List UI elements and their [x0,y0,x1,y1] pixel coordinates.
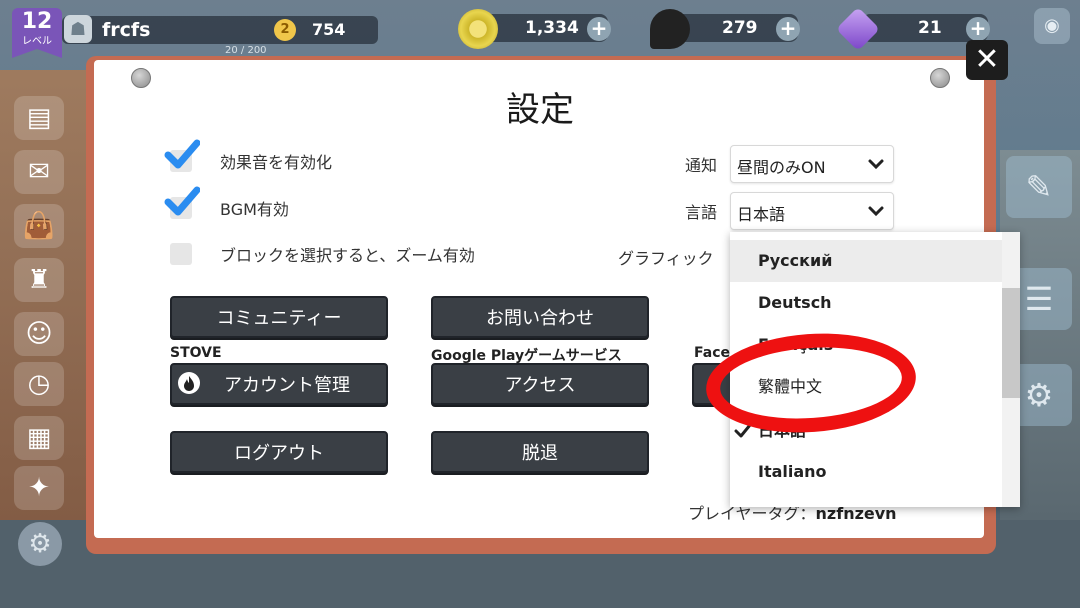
account-management-label: アカウント管理 [224,375,350,396]
checkmark-icon [164,139,200,169]
level-number: 12 [21,9,53,34]
shop-bag-icon[interactable]: 👜 [14,204,64,248]
language-option-russian[interactable]: Русский [730,240,1002,282]
language-option-german[interactable]: Deutsch [730,282,1002,324]
bgm-checkbox[interactable] [164,186,200,219]
level-badge: 12 レベル [12,8,62,58]
language-label: 言語 [685,203,718,222]
sound-effects-checkbox[interactable] [164,139,200,172]
oil-value: 279 [722,18,758,38]
settings-gear-icon[interactable]: ⚙ [18,522,62,566]
chevron-down-icon [868,206,884,217]
gem-value: 21 [918,18,942,38]
zoom-label: ブロックを選択すると、ズーム有効 [220,246,475,265]
notification-select[interactable]: 昼間のみON [730,145,894,183]
oil-drop-icon [650,9,690,49]
bgm-toggle[interactable]: BGM有効 [164,186,289,219]
graphics-label: グラフィック [618,249,714,268]
clock-icon[interactable]: ◷ [14,362,64,406]
logout-button[interactable]: ログアウト [170,431,388,473]
bgm-label: BGM有効 [220,200,289,219]
box-icon[interactable]: ▦ [14,416,64,460]
blueprint-icon[interactable]: ✎ [1006,156,1072,218]
player-name: frcfs [102,19,151,41]
xp-progress: 20 / 200 [225,45,267,56]
contact-button[interactable]: お問い合わせ [431,296,649,338]
event-icon[interactable]: ✦ [14,466,64,510]
checkmark-icon [164,186,200,216]
language-option-italian[interactable]: Italiano [730,451,1002,493]
zoom-toggle[interactable]: ブロックを選択すると、ズーム有効 [170,243,475,265]
page-title: 設定 [506,90,574,130]
coin-icon [458,9,498,49]
google-access-button[interactable]: アクセス [431,363,649,405]
account-management-button[interactable]: アカウント管理 [170,363,388,405]
notification-label: 通知 [685,156,718,175]
dropdown-scrollbar[interactable] [1002,232,1020,507]
zoom-checkbox[interactable] [170,243,192,265]
add-oil-button[interactable]: + [776,17,800,41]
stove-label: STOVE [170,345,222,361]
coin-value: 1,334 [525,18,579,38]
add-coins-button[interactable]: + [587,17,611,41]
withdraw-button[interactable]: 脱退 [431,431,649,473]
sound-effects-label: 効果音を有効化 [220,153,333,172]
stove-flame-icon [178,372,200,394]
sound-effects-toggle[interactable]: 効果音を有効化 [164,139,332,172]
add-gems-button[interactable]: + [966,17,990,41]
xp-value: 754 [312,20,346,39]
xp-icon: 2 [274,19,296,41]
google-play-label: Google Playゲームサービス [431,348,622,364]
language-select[interactable]: 日本語 [730,192,894,230]
top-hud: 12 レベル ☗ frcfs 2 754 20 / 200 1,334 + 27… [0,0,1080,58]
close-button[interactable]: ✕ [966,40,1008,80]
notification-value: 昼間のみON [737,158,826,177]
dropdown-scrollbar-thumb[interactable] [1002,288,1020,398]
guild-icon[interactable]: ♜ [14,258,64,302]
avatar[interactable]: ☗ [64,15,92,43]
mail-icon[interactable]: ✉ [14,150,64,194]
language-value: 日本語 [737,205,786,224]
level-label: レベル [22,36,52,47]
community-button[interactable]: コミュニティー [170,296,388,338]
chevron-down-icon [868,159,884,170]
close-icon: ✕ [974,42,1000,77]
screenshot-icon[interactable]: ◉ [1034,8,1070,44]
profile-icon[interactable]: ☺ [14,312,64,356]
